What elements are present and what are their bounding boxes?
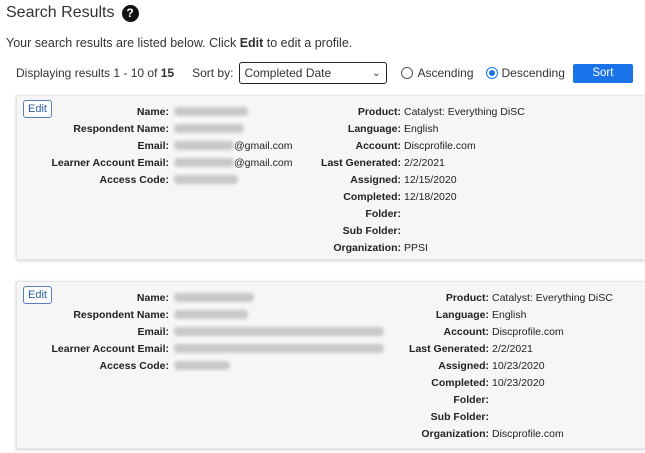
sort-by-label: Sort by: bbox=[192, 66, 234, 80]
access-code-label: Access Code: bbox=[99, 173, 169, 186]
last-generated-label: Last Generated: bbox=[321, 156, 401, 169]
account-label: Account: bbox=[355, 139, 402, 152]
product-label: Product: bbox=[357, 105, 401, 118]
descending-radio[interactable]: Descending bbox=[485, 66, 565, 80]
product-label: Product: bbox=[445, 291, 489, 304]
assigned-label: Assigned: bbox=[350, 173, 401, 186]
product-value: Catalyst: Everything DiSC bbox=[404, 105, 525, 118]
name-label: Name: bbox=[136, 105, 169, 118]
results-count: Displaying results 1 - 10 of 15 bbox=[16, 66, 174, 80]
redacted-email bbox=[174, 141, 234, 150]
redacted-name bbox=[174, 293, 254, 302]
results-total: 15 bbox=[160, 66, 175, 80]
sub-folder-label: Sub Folder: bbox=[430, 410, 489, 423]
respondent-fields: Name: Respondent Name: Email: Learner Ac… bbox=[17, 289, 384, 374]
language-value: English bbox=[404, 122, 439, 135]
respondent-name-label: Respondent Name: bbox=[73, 122, 169, 135]
sort-by-select[interactable]: Completed Date ⌄ bbox=[239, 62, 388, 84]
access-code-label: Access Code: bbox=[99, 359, 169, 372]
assigned-label: Assigned: bbox=[438, 359, 489, 372]
organization-value: PPSI bbox=[404, 241, 428, 254]
intro-text: Your search results are listed below. Cl… bbox=[6, 36, 352, 50]
respondent-fields: Name: Respondent Name: Email: @gmail.com … bbox=[17, 103, 293, 188]
organization-value: Discprofile.com bbox=[492, 427, 564, 440]
result-card: Edit Name: Respondent Name: Email: @gmail… bbox=[16, 95, 645, 260]
redacted-learner-email bbox=[174, 158, 234, 167]
page-title-text: Search Results bbox=[6, 4, 115, 21]
intro-edit-word: Edit bbox=[239, 36, 264, 50]
results-count-prefix: Displaying results 1 - 10 of bbox=[16, 66, 161, 80]
account-value: Discprofile.com bbox=[404, 139, 476, 152]
completed-value: 12/18/2020 bbox=[404, 190, 457, 203]
intro-before: Your search results are listed below. Cl… bbox=[6, 36, 240, 50]
email-label: Email: bbox=[137, 139, 169, 152]
descending-label: Descending bbox=[501, 66, 565, 80]
language-label: Language: bbox=[347, 122, 401, 135]
page-title: Search Results ? bbox=[6, 4, 139, 22]
result-card: Edit Name: Respondent Name: Email: Learn… bbox=[16, 281, 645, 449]
redacted-access-code bbox=[174, 361, 230, 370]
language-value: English bbox=[492, 308, 527, 321]
profile-fields: Product: Catalyst: Everything DiSC Langua… bbox=[405, 289, 613, 442]
folder-label: Folder: bbox=[453, 393, 489, 406]
intro-after: to edit a profile. bbox=[263, 36, 353, 50]
redacted-respondent-name bbox=[174, 310, 248, 319]
last-generated-label: Last Generated: bbox=[409, 342, 489, 355]
organization-label: Organization: bbox=[333, 241, 401, 254]
ascending-radio-dot[interactable] bbox=[401, 67, 414, 79]
redacted-access-code bbox=[174, 175, 238, 184]
name-label: Name: bbox=[136, 291, 169, 304]
profile-fields: Product: Catalyst: Everything DiSC Langua… bbox=[317, 103, 525, 256]
results-controls: Displaying results 1 - 10 of 15 Sort by:… bbox=[16, 62, 636, 84]
last-generated-value: 2/2/2021 bbox=[404, 156, 445, 169]
redacted-learner-email bbox=[174, 344, 384, 353]
learner-email-label: Learner Account Email: bbox=[51, 156, 169, 169]
completed-label: Completed: bbox=[431, 376, 489, 389]
email-label: Email: bbox=[137, 325, 169, 338]
email-suffix: @gmail.com bbox=[234, 139, 293, 152]
chevron-down-icon: ⌄ bbox=[372, 67, 381, 79]
sub-folder-label: Sub Folder: bbox=[342, 224, 401, 237]
language-label: Language: bbox=[435, 308, 489, 321]
account-value: Discprofile.com bbox=[492, 325, 564, 338]
ascending-label: Ascending bbox=[417, 66, 474, 80]
redacted-name bbox=[174, 107, 248, 116]
redacted-email bbox=[174, 327, 384, 336]
product-value: Catalyst: Everything DiSC bbox=[492, 291, 613, 304]
completed-value: 10/23/2020 bbox=[492, 376, 545, 389]
organization-label: Organization: bbox=[421, 427, 489, 440]
respondent-name-label: Respondent Name: bbox=[73, 308, 169, 321]
folder-label: Folder: bbox=[365, 207, 401, 220]
help-icon[interactable]: ? bbox=[121, 4, 139, 22]
assigned-value: 12/15/2020 bbox=[404, 173, 457, 186]
ascending-radio[interactable]: Ascending bbox=[401, 66, 474, 80]
sort-button[interactable]: Sort bbox=[572, 63, 633, 83]
account-label: Account: bbox=[443, 325, 490, 338]
sort-by-selected-value: Completed Date bbox=[244, 66, 332, 80]
learner-email-label: Learner Account Email: bbox=[51, 342, 169, 355]
assigned-value: 10/23/2020 bbox=[492, 359, 545, 372]
completed-label: Completed: bbox=[343, 190, 401, 203]
redacted-respondent-name bbox=[174, 124, 244, 133]
last-generated-value: 2/2/2021 bbox=[492, 342, 533, 355]
learner-email-suffix: @gmail.com bbox=[234, 156, 293, 169]
descending-radio-dot[interactable] bbox=[485, 67, 498, 79]
